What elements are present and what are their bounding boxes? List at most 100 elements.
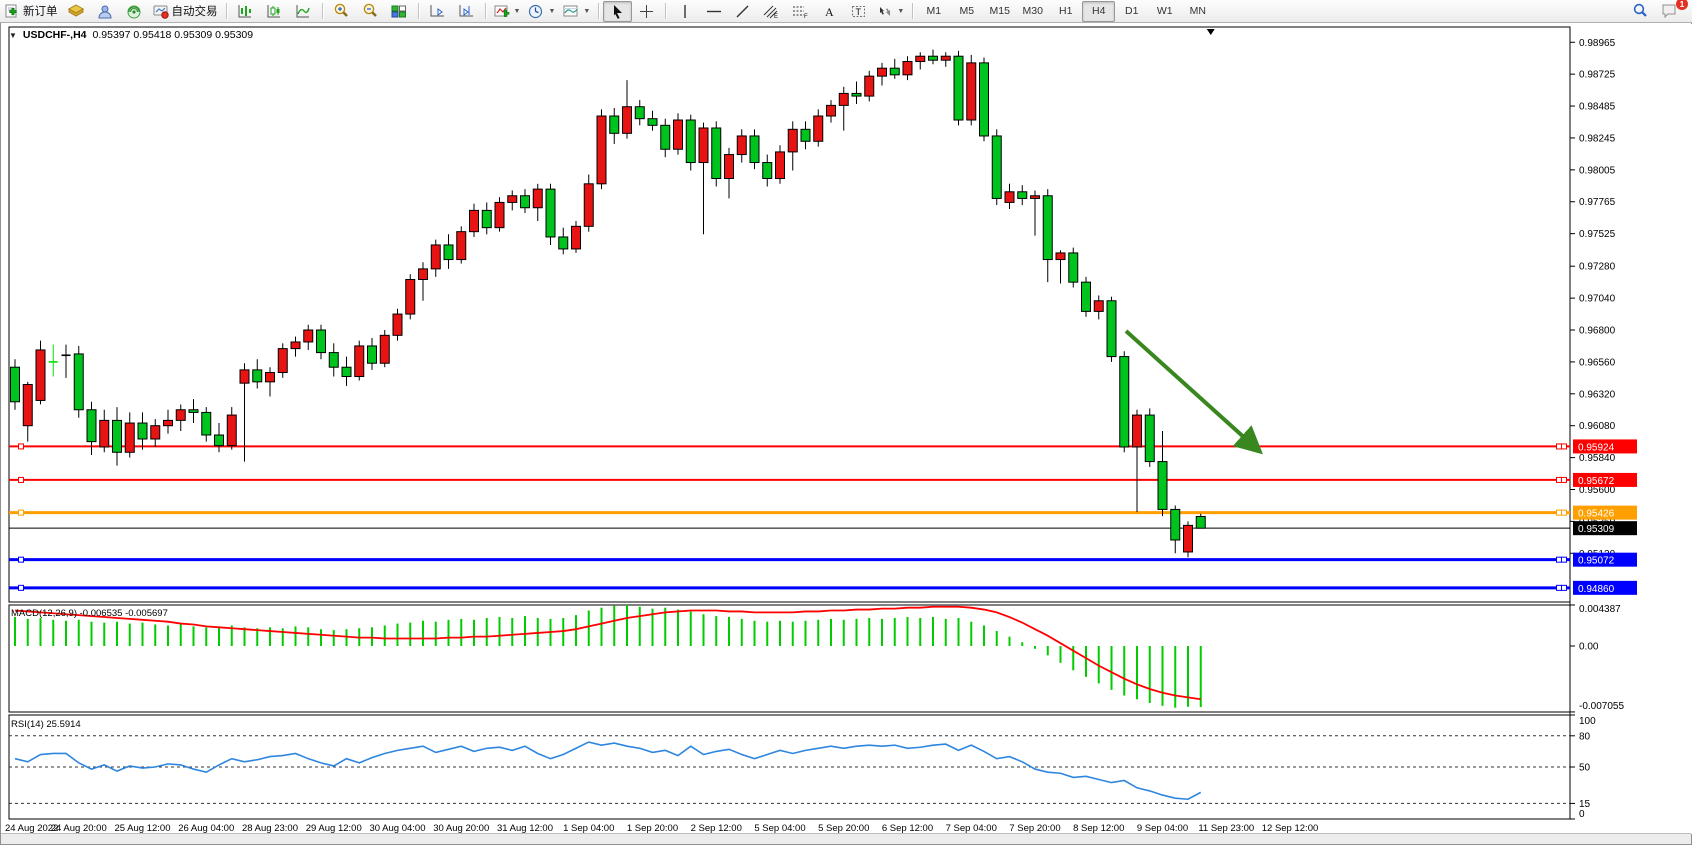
- candle-bullish: [164, 420, 173, 425]
- timeframe-button-M15[interactable]: M15: [983, 1, 1016, 22]
- bar-chart-button[interactable]: [231, 1, 260, 22]
- timeframe-button-H1[interactable]: H1: [1049, 1, 1082, 22]
- price-tick-label: 0.98725: [1579, 70, 1616, 81]
- candle-bearish: [138, 423, 147, 439]
- line-handle[interactable]: [19, 510, 24, 515]
- new-order-icon: [4, 4, 20, 19]
- timeframe-button-H4[interactable]: H4: [1082, 1, 1115, 22]
- candlestick-chart-button[interactable]: [260, 1, 289, 22]
- candle-bullish: [406, 280, 415, 315]
- tile-windows-button[interactable]: [385, 1, 414, 22]
- templates-menu-button[interactable]: ▼: [559, 1, 594, 22]
- line-handle[interactable]: [19, 557, 24, 562]
- macd-indicator-label: MACD(12,26,9) -0.006535 -0.005697: [11, 608, 168, 619]
- arrows-tool-button[interactable]: ▼: [873, 1, 908, 22]
- candle-bearish: [482, 210, 491, 227]
- rsi-name: RSI(14) 25.5914: [11, 719, 81, 730]
- price-tick-label: 0.98965: [1579, 38, 1616, 49]
- line-handle[interactable]: [1557, 444, 1562, 449]
- price-tick-label: 0.97765: [1579, 197, 1616, 208]
- chart-title: ▼ USDCHF-,H4 0.95397 0.95418 0.95309 0.9…: [9, 29, 253, 41]
- rsi-axis-label: 100: [1579, 716, 1596, 727]
- candle-bearish: [661, 125, 670, 149]
- crosshair-tool-button[interactable]: [632, 1, 661, 22]
- timeframe-button-M1[interactable]: M1: [917, 1, 950, 22]
- line-handle[interactable]: [19, 444, 24, 449]
- one-click-trading-arrow-icon[interactable]: ▼: [9, 31, 17, 40]
- macd-name: MACD(12,26,9): [11, 608, 77, 619]
- candle-bearish: [992, 136, 1001, 198]
- candle-bullish: [266, 373, 275, 382]
- timeframe-button-D1[interactable]: D1: [1115, 1, 1148, 22]
- timeframe-button-M30[interactable]: M30: [1016, 1, 1049, 22]
- horizontal-line-tool-button[interactable]: [699, 1, 728, 22]
- line-handle[interactable]: [1557, 510, 1562, 515]
- toolbar-separator: [912, 3, 913, 19]
- chart-canvas[interactable]: 0.989650.987250.984850.982450.980050.977…: [1, 23, 1692, 845]
- timeframe-button-M5[interactable]: M5: [950, 1, 983, 22]
- candle-bullish: [967, 63, 976, 120]
- text-tool-button[interactable]: A: [815, 1, 844, 22]
- candle-bullish: [916, 56, 925, 61]
- candle-bullish: [419, 269, 428, 280]
- candle-bearish: [317, 330, 326, 353]
- rsi-axis-label: 80: [1579, 731, 1591, 742]
- candlestick-chart-icon: [266, 4, 282, 19]
- cursor-tool-button[interactable]: [603, 1, 632, 22]
- candle-bearish: [1158, 462, 1167, 510]
- chart-window[interactable]: 0.989650.987250.984850.982450.980050.977…: [0, 22, 1692, 845]
- trendline-tool-button[interactable]: [728, 1, 757, 22]
- notifications-button[interactable]: 1: [1655, 1, 1684, 22]
- chart-shift-button[interactable]: [452, 1, 481, 22]
- trendline-icon: [735, 4, 750, 19]
- candle-bearish: [980, 63, 989, 136]
- line-chart-button[interactable]: [289, 1, 318, 22]
- market-watch-button[interactable]: [62, 1, 91, 22]
- fibonacci-tool-button[interactable]: F: [786, 1, 815, 22]
- price-tick-label: 0.98005: [1579, 165, 1616, 176]
- zoom-out-icon: [362, 3, 379, 19]
- candle-bullish: [393, 314, 402, 335]
- window-bottom-edge: [1, 833, 1691, 844]
- vertical-line-tool-button[interactable]: [670, 1, 699, 22]
- indicators-menu-button[interactable]: ▼: [490, 1, 525, 22]
- chart-pane[interactable]: [9, 605, 1570, 712]
- auto-scroll-button[interactable]: [423, 1, 452, 22]
- autotrade-button[interactable]: 自动交易: [149, 1, 222, 22]
- candle-bearish: [215, 435, 224, 446]
- market-watch-icon: [68, 4, 84, 19]
- svg-text:E: E: [774, 14, 778, 19]
- line-handle[interactable]: [19, 585, 24, 590]
- timeframe-button-MN[interactable]: MN: [1181, 1, 1214, 22]
- chart-pane[interactable]: [9, 27, 1570, 602]
- candle-bullish: [304, 330, 313, 342]
- signals-button[interactable]: [120, 1, 149, 22]
- zoom-in-button[interactable]: [327, 1, 356, 22]
- cursor-icon: [611, 4, 625, 19]
- candle-bearish: [852, 93, 861, 96]
- equidistant-channel-tool-button[interactable]: E: [757, 1, 786, 22]
- line-handle[interactable]: [1557, 557, 1562, 562]
- candle-bearish: [202, 412, 211, 435]
- zoom-out-button[interactable]: [356, 1, 385, 22]
- text-label-tool-button[interactable]: T: [844, 1, 873, 22]
- price-tick-label: 0.95840: [1579, 453, 1616, 464]
- text-label-icon: T: [851, 4, 867, 19]
- search-button[interactable]: [1626, 1, 1655, 22]
- autotrade-icon: [153, 4, 169, 19]
- line-handle[interactable]: [1557, 585, 1562, 590]
- line-handle[interactable]: [1557, 477, 1562, 482]
- autotrade-label: 自动交易: [172, 3, 218, 19]
- notification-badge: 1: [1676, 0, 1688, 10]
- candle-bullish: [839, 93, 848, 105]
- new-order-button[interactable]: 新订单: [0, 1, 62, 22]
- data-window-button[interactable]: [91, 1, 120, 22]
- candle-bullish: [1031, 196, 1040, 199]
- timeframe-button-W1[interactable]: W1: [1148, 1, 1181, 22]
- line-handle[interactable]: [19, 477, 24, 482]
- svg-text:T: T: [855, 7, 861, 17]
- templates-icon: [563, 4, 579, 19]
- candle-bearish: [444, 245, 453, 260]
- periods-menu-button[interactable]: ▼: [524, 1, 559, 22]
- candle-bearish: [1107, 301, 1116, 357]
